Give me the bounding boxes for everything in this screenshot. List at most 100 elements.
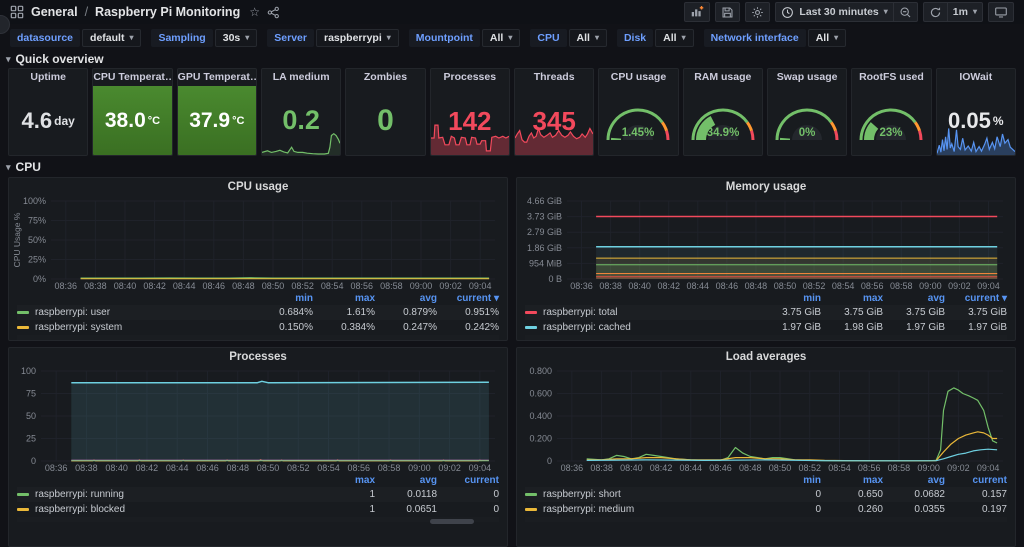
panel-title[interactable]: Swap usage: [768, 69, 846, 86]
series-color-dash: [525, 311, 537, 314]
legend-header-max[interactable]: max: [313, 475, 375, 486]
legend-series-name: raspberrypi: medium: [543, 504, 634, 515]
stat-unit: °C: [232, 115, 244, 127]
x-tick-label: 09:02: [947, 463, 970, 473]
legend-series-toggle[interactable]: raspberrypi: short: [525, 489, 759, 500]
sparkline-line: [262, 134, 340, 154]
legend-header-current[interactable]: current: [437, 475, 499, 486]
x-tick-label: 08:36: [570, 281, 593, 291]
legend-series-toggle[interactable]: raspberrypi: medium: [525, 504, 759, 515]
y-tick-label: 0%: [33, 274, 46, 284]
variable-value-dropdown[interactable]: default▾: [82, 29, 141, 47]
variable-value-dropdown[interactable]: All▾: [569, 29, 607, 47]
panel-title[interactable]: GPU Temperat…: [178, 69, 256, 86]
legend-value: 0.684%: [251, 307, 313, 318]
panel-title[interactable]: Uptime: [9, 69, 87, 86]
legend-row-clipped: [525, 517, 1007, 522]
legend-row-clipped: [17, 517, 499, 522]
breadcrumb-folder[interactable]: General: [31, 5, 78, 19]
variable-value-dropdown[interactable]: 30s▾: [215, 29, 258, 47]
variable-value-dropdown[interactable]: All▾: [655, 29, 693, 47]
favorite-star-icon[interactable]: ☆: [249, 5, 260, 19]
legend-series-toggle[interactable]: raspberrypi: running: [17, 489, 313, 500]
gauge-threshold-arc: [831, 122, 835, 130]
legend-header-avg[interactable]: avg: [883, 293, 945, 304]
panel-title[interactable]: RootFS used: [852, 69, 930, 86]
panel-title[interactable]: Processes: [431, 69, 509, 86]
panel-title[interactable]: Processes: [9, 348, 507, 366]
refresh-button[interactable]: [923, 2, 947, 22]
variable-selected-value: default: [90, 32, 124, 44]
row-header-cpu[interactable]: ▾ CPU: [6, 160, 41, 174]
dashboard-settings-button[interactable]: [745, 2, 770, 22]
legend-header-avg[interactable]: avg: [883, 475, 945, 486]
legend-header-min[interactable]: min: [759, 293, 821, 304]
panel-title[interactable]: Load averages: [517, 348, 1015, 366]
breadcrumb-dashboard-title[interactable]: Raspberry Pi Monitoring: [95, 5, 240, 19]
legend-header-max[interactable]: max: [821, 475, 883, 486]
legend-row: raspberrypi: total3.75 GiB3.75 GiB3.75 G…: [525, 305, 1007, 320]
panel-title[interactable]: CPU Temperat…: [93, 69, 171, 86]
y-axis-label: CPU Usage %: [12, 212, 22, 267]
legend-value: 1.97 GiB: [945, 322, 1007, 333]
series-color-dash: [17, 326, 29, 329]
time-range-picker[interactable]: Last 30 minutes ▾: [775, 2, 892, 22]
panel-title[interactable]: CPU usage: [9, 178, 507, 196]
legend-header-current[interactable]: current ▾: [437, 293, 499, 304]
legend-row-clipped: [525, 335, 1007, 340]
legend-series-toggle[interactable]: raspberrypi: total: [525, 307, 759, 318]
panel-title[interactable]: CPU usage: [599, 69, 677, 86]
refresh-interval-dropdown[interactable]: 1m ▾: [947, 2, 983, 22]
panel-title[interactable]: Memory usage: [517, 178, 1015, 196]
legend-row: raspberrypi: medium00.2600.03550.197: [525, 502, 1007, 517]
variable-label: CPU: [530, 29, 566, 47]
zoom-out-button[interactable]: [893, 2, 918, 22]
x-tick-label: 09:02: [948, 281, 971, 291]
stat-unit: °C: [148, 115, 160, 127]
x-tick-label: 08:36: [45, 463, 68, 473]
legend-header-current[interactable]: current ▾: [945, 293, 1007, 304]
dashboards-grid-icon[interactable]: [10, 5, 24, 19]
legend: minmaxavgcurrentraspberrypi: short00.650…: [517, 474, 1015, 522]
legend-header-min[interactable]: min: [251, 293, 313, 304]
row-header-quick-overview[interactable]: ▾ Quick overview: [6, 52, 104, 66]
legend-header-avg[interactable]: avg: [375, 293, 437, 304]
variable-value-dropdown[interactable]: raspberrypi▾: [316, 29, 399, 47]
stat-panel-la-medium: LA medium 0.2: [261, 68, 341, 156]
stat-value: 0.2: [282, 107, 320, 134]
variable-value-dropdown[interactable]: All▾: [808, 29, 846, 47]
legend-value: 1: [313, 504, 375, 515]
gauge-threshold-arc: [747, 122, 751, 130]
legend-header-max[interactable]: max: [313, 293, 375, 304]
legend-series-toggle[interactable]: raspberrypi: system: [17, 322, 251, 333]
panel-title[interactable]: Threads: [515, 69, 593, 86]
scrollbar-thumb[interactable]: [430, 519, 474, 524]
panel-title[interactable]: LA medium: [262, 69, 340, 86]
x-tick-label: 08:42: [657, 281, 680, 291]
panel-title[interactable]: RAM usage: [684, 69, 762, 86]
save-dashboard-button[interactable]: [715, 2, 740, 22]
x-tick-label: 08:50: [257, 463, 280, 473]
legend-header-current[interactable]: current: [945, 475, 1007, 486]
gauge: 0%: [768, 96, 846, 146]
legend-header-max[interactable]: max: [821, 293, 883, 304]
x-tick-label: 09:04: [977, 463, 1000, 473]
add-panel-button[interactable]: [684, 2, 710, 22]
x-tick-label: 08:38: [84, 281, 107, 291]
x-tick-label: 08:52: [803, 281, 826, 291]
panel-title[interactable]: Zombies: [346, 69, 424, 86]
legend-series-toggle[interactable]: raspberrypi: blocked: [17, 504, 313, 515]
share-icon[interactable]: [267, 6, 280, 19]
legend-header-min[interactable]: min: [759, 475, 821, 486]
variable-value-dropdown[interactable]: All▾: [482, 29, 520, 47]
x-tick-label: 08:56: [348, 463, 371, 473]
legend-value: 0.242%: [437, 322, 499, 333]
legend-value: 0: [437, 504, 499, 515]
graph-panel-memory-usage: Memory usage08:3608:3808:4008:4208:4408:…: [516, 177, 1016, 341]
legend-series-toggle[interactable]: raspberrypi: cached: [525, 322, 759, 333]
legend-header-avg[interactable]: avg: [375, 475, 437, 486]
panel-title[interactable]: IOWait: [937, 69, 1015, 86]
x-tick-label: 08:50: [774, 281, 797, 291]
kiosk-mode-button[interactable]: [988, 2, 1014, 22]
legend-series-toggle[interactable]: raspberrypi: user: [17, 307, 251, 318]
